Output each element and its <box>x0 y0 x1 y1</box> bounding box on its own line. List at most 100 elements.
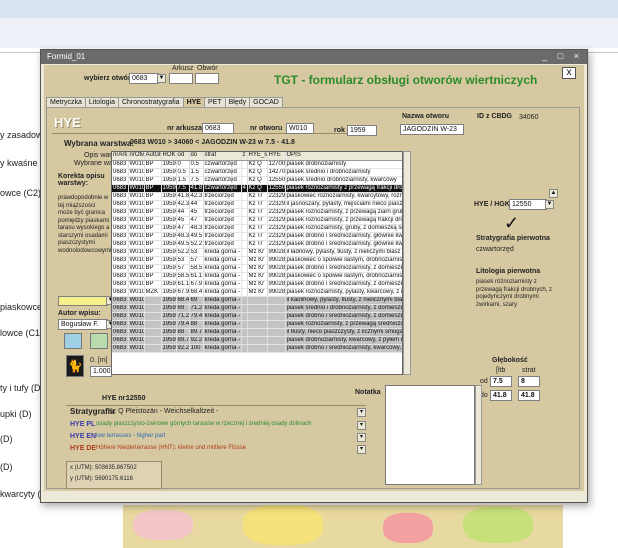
table-row[interactable]: 0683 W010 1959 92.2 100 kreda górna - s piasek… <box>112 344 402 353</box>
table-row[interactable]: 0683 W010 BP 1959 58.5 61.1 kreda górna - s Mz … <box>112 272 402 281</box>
table-row[interactable]: 0683 W010 BP 1959 42.3 44 trzeciorzęd Kz Tr 2232… <box>112 200 402 209</box>
table-row[interactable]: 0683 W010 BP 1959 0 0.5 czwartorzęd Kz Q 12700 pi… <box>112 160 402 169</box>
rok-field[interactable]: 1959 <box>347 125 377 136</box>
nr-otworu-field[interactable]: W010 <box>286 123 314 134</box>
legend-item: piaskowce <box>0 302 43 312</box>
korekta-text[interactable]: prawdopodobnie w tej miąższości może być… <box>58 195 111 255</box>
table-cell: 7.5 <box>176 184 190 193</box>
column-header[interactable]: AutGłp <box>144 152 162 161</box>
table-cell: BP <box>144 264 162 273</box>
table-cell: 1959 <box>161 208 177 217</box>
table-row[interactable]: 0683 W010 1959 79.4 88 kreda górna - s piasek … <box>112 320 402 329</box>
table-row[interactable]: 0683 W010 BP 1959 44 45 trzeciorzęd Kz Tr 22329 p… <box>112 208 402 217</box>
column-header[interactable]: nrArk <box>112 152 129 161</box>
map-view-icon[interactable] <box>64 333 82 349</box>
table-cell: BP <box>144 216 162 225</box>
table-cell: Kz Tr <box>247 208 268 217</box>
table-row[interactable]: 0683 W010 1959 71.2 79.4 kreda górna - s piase… <box>112 312 402 321</box>
table-cell <box>247 328 268 337</box>
table-cell <box>144 344 162 353</box>
hye-de-dropdown-icon[interactable]: ▾ <box>357 445 366 454</box>
table-cell: 0683 <box>112 320 129 329</box>
table-row[interactable]: 0683 W010 BP 1959 48.3 49.5 trzeciorzęd Kz Tr 22… <box>112 232 402 241</box>
table-row[interactable]: 0683 W010 BP 1959 53 57 kreda górna - s Mz Kr 99… <box>112 256 402 265</box>
table-cell: 92.2 <box>176 344 190 353</box>
autor-field[interactable]: Bogusław F. <box>58 319 108 330</box>
table-cell: 99028 <box>267 272 286 281</box>
depth-m-label: 0. [m] <box>90 357 108 364</box>
column-header[interactable]: od <box>176 152 190 161</box>
table-row[interactable]: 0683 W010 BP 1959 1.5 7.5 czwartorzęd Kz Q 12550… <box>112 176 402 185</box>
column-header[interactable]: nrOtw <box>128 152 145 161</box>
autor-color-field[interactable] <box>58 296 108 306</box>
hye-en-dropdown-icon[interactable]: ▾ <box>357 433 366 442</box>
hye-hgk-dropdown-icon[interactable]: ▼ <box>545 200 554 209</box>
table-cell: 67.9 <box>176 288 190 297</box>
table-cell <box>267 296 286 305</box>
table-cell: W010 <box>128 160 145 169</box>
depth-field[interactable]: 1.000 <box>90 366 112 377</box>
nazwa-otworu-field[interactable]: JAGODZIN W-23 <box>400 124 464 135</box>
table-row[interactable]: 0683 W010 BP 1959 7.5 41.8 czwartorzęd 4 Kz Q 125… <box>112 184 402 193</box>
table-cell <box>247 304 268 313</box>
stratygrafia-dropdown-icon[interactable]: ▾ <box>357 408 366 417</box>
layers-table[interactable]: nrArknrOtwAutGłpROKoddostratżHYE_straHYE… <box>111 151 403 375</box>
table-cell: 42.3 <box>189 192 204 201</box>
table-edit-icon[interactable] <box>90 333 108 349</box>
table-cell: W010 <box>128 280 145 289</box>
window-controls[interactable]: _ □ × <box>542 51 583 61</box>
obwod-label: Obwór <box>197 65 218 72</box>
table-cell: il ładnowy, pylasty, tłusty, z nieliczym… <box>285 248 402 257</box>
column-header[interactable]: HYE_stra <box>247 152 268 161</box>
arkusz-field[interactable] <box>169 73 193 84</box>
hye-en-label: HYE EN <box>70 433 97 440</box>
notatka-textarea[interactable] <box>385 385 475 485</box>
table-row[interactable]: 0683 W010 BP 1959 0.5 1.5 czwartorzęd Kz Q 14270… <box>112 168 402 177</box>
hye-pl-dropdown-icon[interactable]: ▾ <box>357 421 366 430</box>
table-row[interactable]: 0683 W010 1959 68.4 69 kreda górna - s il kaol… <box>112 296 402 305</box>
hye-hgk-field[interactable]: 12550 <box>509 199 547 210</box>
table-row[interactable]: 0683 W010 BP 1959 47 48.3 trzeciorzęd Kz Tr 2232… <box>112 224 402 233</box>
table-row[interactable]: 0683 W010 1959 89.7 92.2 kreda górna - s piase… <box>112 336 402 345</box>
table-row[interactable]: 0683 W010 BP 1959 49.5 52.2 trzeciorzęd Kz Tr 22… <box>112 240 402 249</box>
notatka-scrollbar[interactable] <box>475 385 482 485</box>
table-cell: kreda górna - s <box>203 288 242 297</box>
obwod-field[interactable] <box>195 73 219 84</box>
close-icon[interactable]: x <box>562 67 576 79</box>
confirm-check-icon[interactable]: ✓ <box>504 213 519 234</box>
form-window: Formid_01 _ □ × Arkusz Obwór wybierz otw… <box>40 49 588 503</box>
do-spag-field[interactable]: 41.8 <box>518 390 540 401</box>
table-row[interactable]: 0683 W010 BP 1959 57 58.5 kreda górna - s Mz Kr… <box>112 264 402 273</box>
hye-en-value: low terrasses - higher part <box>96 433 166 439</box>
table-cell: 99028 <box>267 280 286 289</box>
do-strop-field[interactable]: 41.8 <box>490 390 512 401</box>
table-cell: 47 <box>189 216 204 225</box>
table-row[interactable]: 0683 W010 MZK 1959 67.9 68.4 kreda górna - s Mz… <box>112 288 402 297</box>
table-cell: 1959 <box>161 216 177 225</box>
table-row[interactable]: 0683 W010 1959 88 89.7 kreda górna - s il tłus… <box>112 328 402 337</box>
cat-icon[interactable]: 🐈 <box>66 355 84 377</box>
nr-arkusza-field[interactable]: 0683 <box>202 123 234 134</box>
otwor-dropdown-icon[interactable]: ▼ <box>157 74 166 83</box>
table-cell: 1959 <box>161 168 177 177</box>
table-row[interactable]: 0683 W010 BP 1959 52.2 53 kreda górna - s Mz Kr… <box>112 248 402 257</box>
column-header[interactable]: HYE <box>267 152 286 161</box>
browser-bar <box>0 0 618 18</box>
table-row[interactable]: 0683 W010 BP 1959 41.8 42.3 trzeciorzęd Kz Tr 22… <box>112 192 402 201</box>
od-spag-field[interactable]: 8 <box>518 376 540 387</box>
od-strop-field[interactable]: 7.5 <box>490 376 512 387</box>
table-cell: Mz Kr <box>247 256 268 265</box>
column-header[interactable]: strat <box>203 152 242 161</box>
hye-hgk-up-icon[interactable]: ▲ <box>549 189 558 198</box>
column-header[interactable]: OPIS <box>285 152 402 161</box>
table-row[interactable]: 0683 W010 BP 1959 45 47 trzeciorzęd Kz Tr 22329 p… <box>112 216 402 225</box>
column-header[interactable]: ROK <box>161 152 177 161</box>
otwor-select[interactable]: 0683 <box>129 73 159 84</box>
table-cell <box>144 328 162 337</box>
table-row[interactable]: 0683 W010 1959 69 71.2 kreda górna - s piasek … <box>112 304 402 313</box>
table-cell: 1959 <box>161 224 177 233</box>
table-scrollbar[interactable] <box>403 151 411 375</box>
table-cell: 1959 <box>161 232 177 241</box>
table-row[interactable]: 0683 W010 BP 1959 61.1 67.9 kreda górna - s Mz … <box>112 280 402 289</box>
column-header[interactable]: do <box>189 152 204 161</box>
